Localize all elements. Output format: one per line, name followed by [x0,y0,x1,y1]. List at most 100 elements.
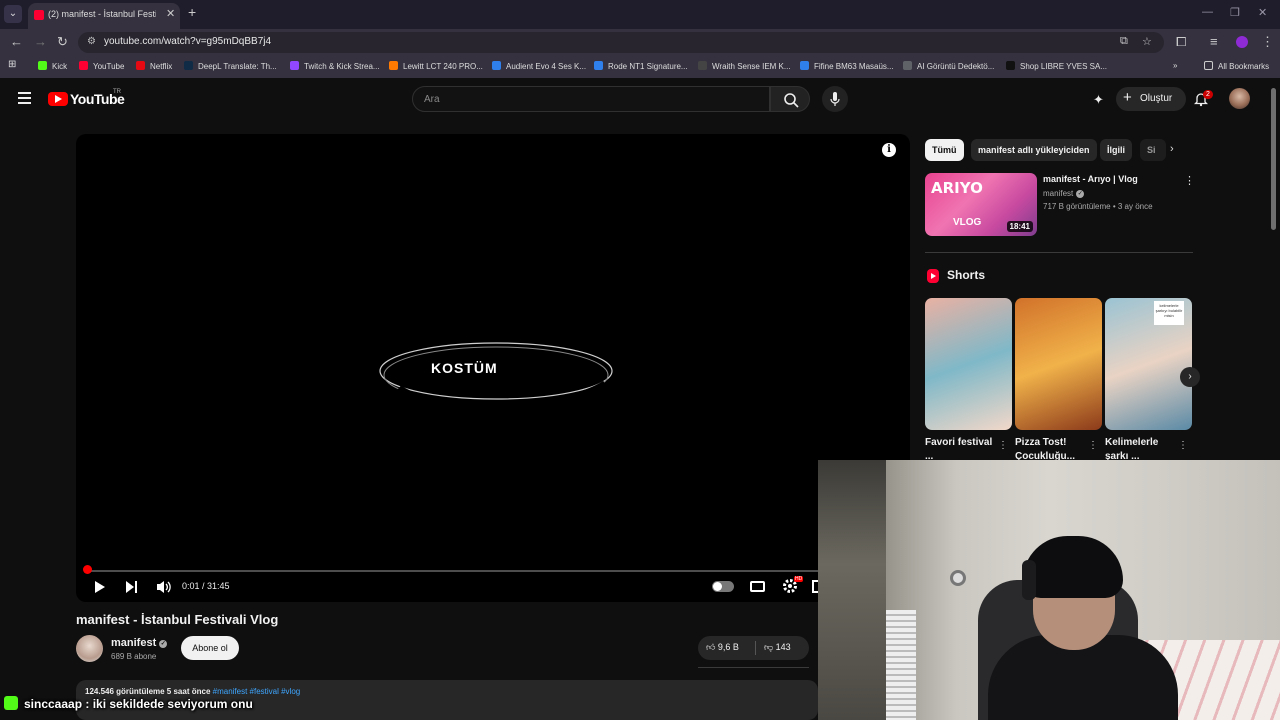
bookmark-item[interactable]: Audient Evo 4 Ses K... [492,61,586,71]
cast-extension-icon[interactable]: ✦ [1093,92,1104,108]
bookmark-favicon-icon [594,61,603,70]
microphone-icon [830,92,840,106]
tab-search-button[interactable]: ⌄ [4,5,22,23]
subscriber-count: 689 B abone [111,652,157,661]
kick-badge-icon [4,696,18,710]
maximize-icon[interactable]: ❐ [1230,6,1240,19]
verified-icon: ✓ [159,640,168,648]
recommended-channel[interactable]: manifest [1043,189,1073,198]
chat-text: : iki sekildede seviyorum onu [82,697,253,711]
bookmark-item[interactable]: Kick [38,61,67,71]
youtube-logo-icon[interactable] [48,92,68,106]
filter-chip[interactable]: Si [1140,139,1166,161]
reload-icon[interactable]: ↻ [57,34,68,50]
channel-avatar[interactable] [76,635,103,662]
install-app-icon[interactable]: ⧉ [1120,35,1128,48]
bookmark-item[interactable]: Rode NT1 Signature... [594,61,688,71]
more-actions-icon[interactable]: ⋮ [998,440,1008,451]
bookmark-item[interactable]: Shop LIBRE YVES SA... [1006,61,1107,71]
hashtags[interactable]: #manifest #festival #vlog [213,687,301,696]
info-icon[interactable]: i [882,143,896,157]
account-avatar[interactable] [1229,88,1250,109]
short-thumbnail[interactable] [925,298,1012,430]
filter-chip[interactable]: İlgili [1100,139,1132,161]
back-icon[interactable]: ← [10,34,23,49]
bookmark-label: DeepL Translate: Th... [198,62,277,71]
site-info-icon[interactable]: ⚙ [87,36,96,47]
time-display: 0:01 / 31:45 [182,581,230,591]
bookmark-item[interactable]: Fifine BM63 Masaüs... [800,61,894,71]
tab-active[interactable]: (2) manifest - İstanbul Festivali Vlog ✕ [28,3,180,29]
guide-menu-icon[interactable] [18,92,31,107]
bookmark-favicon-icon [1006,61,1015,70]
profile-avatar-icon[interactable] [1236,36,1248,48]
folder-icon [1204,61,1213,70]
bookmark-item[interactable]: Netflix [136,61,172,71]
view-stats: 124.546 görüntüleme 5 saat önce [85,687,211,696]
more-actions-icon[interactable]: ⋮ [1088,440,1098,451]
address-bar[interactable]: ⚙ youtube.com/watch?v=g95mDqBB7j4 ⧉ ☆ [78,32,1164,53]
channel-name-row[interactable]: manifest ✓ [111,637,168,649]
bookmark-label: Kick [52,62,68,71]
forward-icon[interactable]: → [34,34,47,49]
short-thumbnail[interactable] [1015,298,1102,430]
channel-name[interactable]: manifest [111,637,156,649]
notification-count-badge: 2 [1203,90,1213,99]
recommended-title[interactable]: manifest - Arıyo | Vlog [1043,174,1138,184]
bookmark-item[interactable]: DeepL Translate: Th... [184,61,277,71]
window-close-icon[interactable]: ✕ [1258,6,1267,19]
chrome-menu-icon[interactable]: ⋮ [1261,34,1274,50]
video-duration: 18:41 [1006,221,1033,232]
recommended-channel-row[interactable]: manifest ✓ [1043,189,1085,198]
autoplay-toggle[interactable] [712,581,734,592]
filter-chip[interactable]: manifest adlı yükleyiciden [971,139,1097,161]
more-actions-icon[interactable]: ⋮ [1184,174,1195,187]
new-tab-button[interactable]: + [188,4,196,20]
video-overlay-text: KOSTÜM [431,360,498,376]
bookmark-item[interactable]: AI Görüntü Dedektö... [903,61,994,71]
apps-grid-icon[interactable]: ⊞ [8,59,16,70]
search-placeholder: Ara [424,94,440,105]
voice-search-button[interactable] [822,86,848,112]
filter-chip[interactable]: Tümü [925,139,964,161]
play-icon[interactable] [94,580,106,594]
bookmark-item[interactable]: Twitch & Kick Strea... [290,61,380,71]
bookmark-star-icon[interactable]: ☆ [1142,35,1152,48]
bookmark-favicon-icon [184,61,193,70]
volume-icon[interactable] [156,579,172,595]
minimize-icon[interactable]: — [1202,6,1213,18]
all-bookmarks-folder[interactable]: All Bookmarks [1204,61,1269,71]
subscribe-button[interactable]: Abone ol [181,636,239,660]
next-video-icon[interactable] [125,580,139,594]
page-scrollbar[interactable] [1271,88,1276,230]
bookmark-label: Shop LIBRE YVES SA... [1020,62,1108,71]
subtitles-icon[interactable] [750,581,765,592]
bookmark-item[interactable]: YouTube [79,61,124,71]
chips-next-icon[interactable]: › [1170,143,1174,155]
like-dislike-group: 👍︎ 9,6 B 👎︎ 143 [698,636,809,660]
bookmarks-overflow-icon[interactable]: » [1173,61,1177,70]
dislike-button[interactable]: 👎︎ 143 [764,642,791,653]
bookmark-label: YouTube [93,62,125,71]
chat-message: sinccaaap : iki sekildede seviyorum onu [4,696,253,711]
video-player[interactable]: i KOSTÜM 0:01 / 31:45 HD [76,134,910,602]
create-button[interactable]: + Oluştur [1116,87,1186,111]
bookmark-favicon-icon [79,61,88,70]
more-actions-icon[interactable]: ⋮ [1178,440,1188,451]
tab-close-icon[interactable]: ✕ [166,7,175,20]
progress-bar[interactable] [84,570,894,572]
bookmark-item[interactable]: Wraith Sense IEM K... [698,61,791,71]
browser-tab-strip: ⌄ (2) manifest - İstanbul Festivali Vlog… [0,0,1280,29]
search-input[interactable]: Ara [412,86,770,112]
search-button[interactable] [770,86,810,112]
recommended-thumbnail[interactable]: ARIYO VLOG 18:41 [925,173,1037,236]
scrubber-knob[interactable] [83,565,92,574]
bookmark-label: Netflix [150,62,173,71]
tab-title: (2) manifest - İstanbul Festivali Vlog [48,9,156,19]
like-button[interactable]: 👍︎ 9,6 B [706,642,739,653]
description-stats-row: 124.546 görüntüleme 5 saat önce #manifes… [85,687,300,696]
shorts-next-icon[interactable]: › [1180,367,1200,387]
extensions-icon[interactable]: ⧠ [1176,34,1186,50]
media-controls-icon[interactable]: ≡ [1210,34,1218,49]
bookmark-item[interactable]: Lewitt LCT 240 PRO... [389,61,483,71]
